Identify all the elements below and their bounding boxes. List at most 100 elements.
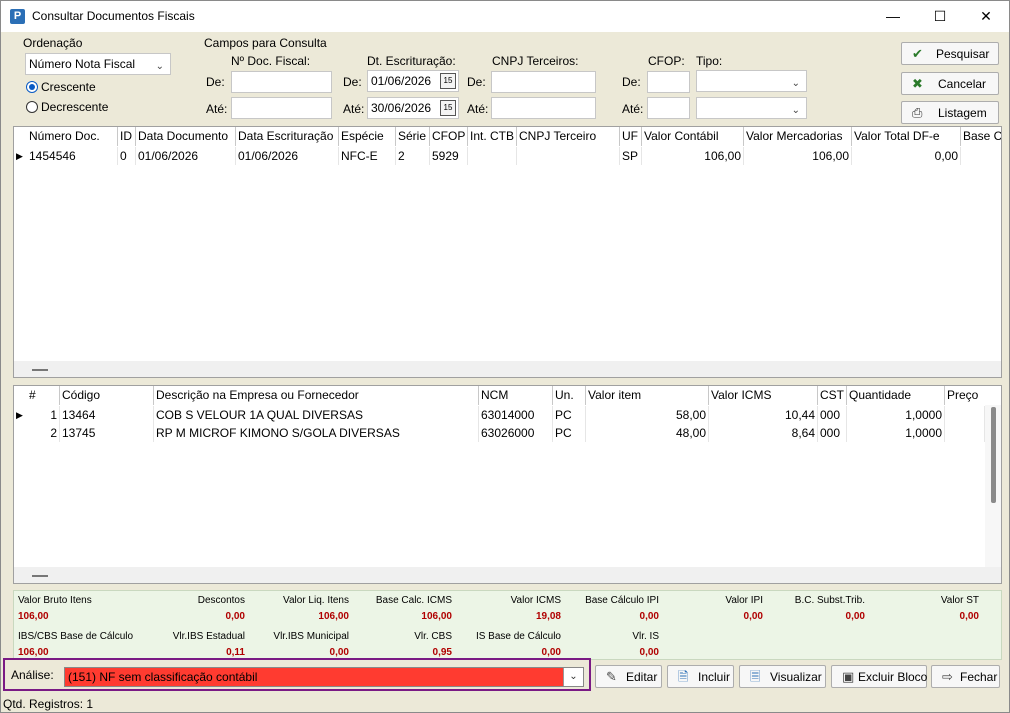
item-col-header[interactable]: Código [60,386,154,405]
doc-col-header[interactable]: Int. CTB [468,127,517,146]
radio-crescente[interactable] [26,81,38,93]
doc-col-header[interactable]: Data Documento [136,127,236,146]
ordenacao-select[interactable]: Número Nota Fiscal ⌄ [25,53,171,75]
doc-col-header[interactable]: Valor Total DF-e [852,127,961,146]
radio-crescente-label: Crescente [41,80,96,94]
dt-de-label: De: [343,75,362,89]
doc-cell: 5929 [430,147,468,165]
nro-ate-input[interactable] [231,97,332,119]
close-button[interactable]: ✕ [963,1,1009,32]
pesquisar-button[interactable]: ✔ Pesquisar [901,42,999,65]
minimize-button[interactable]: — [870,1,916,32]
listagem-label: Listagem [938,106,987,120]
exit-icon: ⇨ [942,669,953,684]
item-col-header[interactable]: Quantidade [847,386,945,405]
doc-col-header[interactable]: Valor Contábil [642,127,744,146]
cfop-de-input[interactable] [647,71,690,93]
excluir-bloco-label: Excluir Bloco [858,670,928,684]
dt-ate-input[interactable]: 30/06/2026 15 [367,97,459,119]
cancel-icon: ✖ [912,76,923,91]
listagem-button[interactable]: ⎙ Listagem [901,101,999,124]
cancelar-label: Cancelar [938,77,987,91]
total-label: Vlr.IBS Municipal [273,631,349,642]
tipo-de-select[interactable]: ⌄ [696,70,807,92]
total-value: 0,00 [541,647,561,658]
doc-col-header[interactable]: ID [118,127,136,146]
resize-handle-icon[interactable] [32,369,48,371]
editar-button[interactable]: ✎ Editar [595,665,662,688]
maximize-button[interactable]: ☐ [917,1,963,32]
total-value: 106,00 [18,647,49,658]
excluir-bloco-button[interactable]: ▣ Excluir Bloco [831,665,927,688]
qtd-registros: Qtd. Registros: 1 [3,697,94,711]
items-grid[interactable]: # Código Descrição na Empresa ou Fornece… [13,385,1002,584]
doc-col-header[interactable]: Valor Mercadorias [744,127,852,146]
doc-col-header[interactable]: Série [396,127,430,146]
item-cell: RP M MICROF KIMONO S/GOLA DIVERSAS [154,424,479,442]
tipo-ate-select[interactable]: ⌄ [696,97,807,119]
calendar-icon[interactable]: 15 [440,100,456,116]
doc-col-header[interactable]: UF [620,127,642,146]
nro-doc-label: Nº Doc. Fiscal: [231,54,311,68]
campos-title: Campos para Consulta [204,36,327,50]
total-value: 0,00 [225,611,245,622]
incluir-button[interactable]: 🗎 Incluir [667,665,734,688]
doc-cell: NFC-E [339,147,396,165]
cnpj-ate-label: Até: [467,102,489,116]
doc-col-header[interactable]: Data Escrituração [236,127,339,146]
fechar-button[interactable]: ⇨ Fechar [931,665,1000,688]
total-label: Valor Bruto Itens [18,595,92,606]
calendar-icon[interactable]: 15 [440,73,456,89]
item-col-header[interactable]: # [27,386,60,405]
item-col-header[interactable]: Valor item [586,386,709,405]
item-cell [945,406,985,424]
nro-ate-label: Até: [206,102,228,116]
resize-handle-icon[interactable] [32,575,48,577]
incluir-label: Incluir [698,670,731,684]
dt-ate-label: Até: [343,102,365,116]
item-col-header[interactable]: CST [818,386,847,405]
documents-grid[interactable]: Número Doc. ID Data Documento Data Escri… [13,126,1002,378]
item-col-header[interactable]: Valor ICMS [709,386,818,405]
radio-decrescente[interactable] [26,101,38,113]
check-icon: ✔ [912,46,923,61]
doc-cell: 0 [118,147,136,165]
items-scrollbar[interactable] [985,405,1001,567]
doc-cell: 01/06/2026 [136,147,236,165]
doc-col-header[interactable]: Espécie [339,127,396,146]
analise-select[interactable]: (151) NF sem classificação contábil ⌄ [64,667,584,687]
ordenacao-label: Ordenação [23,36,83,50]
pesquisar-label: Pesquisar [936,47,990,61]
radio-decrescente-label: Decrescente [41,100,109,114]
item-cell: 1,0000 [847,406,945,424]
total-value: 0,00 [959,611,979,622]
doc-col-header[interactable]: CFOP [430,127,468,146]
item-col-header[interactable]: Descrição na Empresa ou Fornecedor [154,386,479,405]
doc-col-header[interactable]: Base C [961,127,1001,146]
visualizar-button[interactable]: 🗏 Visualizar [739,665,826,688]
nro-de-input[interactable] [231,71,332,93]
item-col-header[interactable]: Preço [945,386,985,405]
item-cell: 13464 [60,406,154,424]
total-label: IS Base de Cálculo [475,631,561,642]
cfop-ate-input[interactable] [647,97,690,119]
window-title: Consultar Documentos Fiscais [32,9,195,23]
dt-de-input[interactable]: 01/06/2026 15 [367,70,459,92]
item-col-header[interactable]: Un. [553,386,586,405]
scrollbar-thumb[interactable] [991,407,996,503]
cancelar-button[interactable]: ✖ Cancelar [901,72,999,95]
doc-col-header[interactable]: Número Doc. [27,127,118,146]
cnpj-de-input[interactable] [491,71,596,93]
item-cell: PC [553,406,586,424]
total-value: 0,11 [226,647,245,658]
dt-de-value: 01/06/2026 [371,74,432,88]
item-cell: 000 [818,424,847,442]
app-icon: P [10,9,25,24]
chevron-down-icon[interactable]: ⌄ [563,668,583,686]
total-label: Descontos [197,595,245,606]
total-label: Vlr. CBS [414,631,452,642]
cnpj-ate-input[interactable] [491,97,596,119]
dt-escrit-label: Dt. Escrituração: [367,54,456,68]
doc-col-header[interactable]: CNPJ Terceiro [517,127,620,146]
item-col-header[interactable]: NCM [479,386,553,405]
